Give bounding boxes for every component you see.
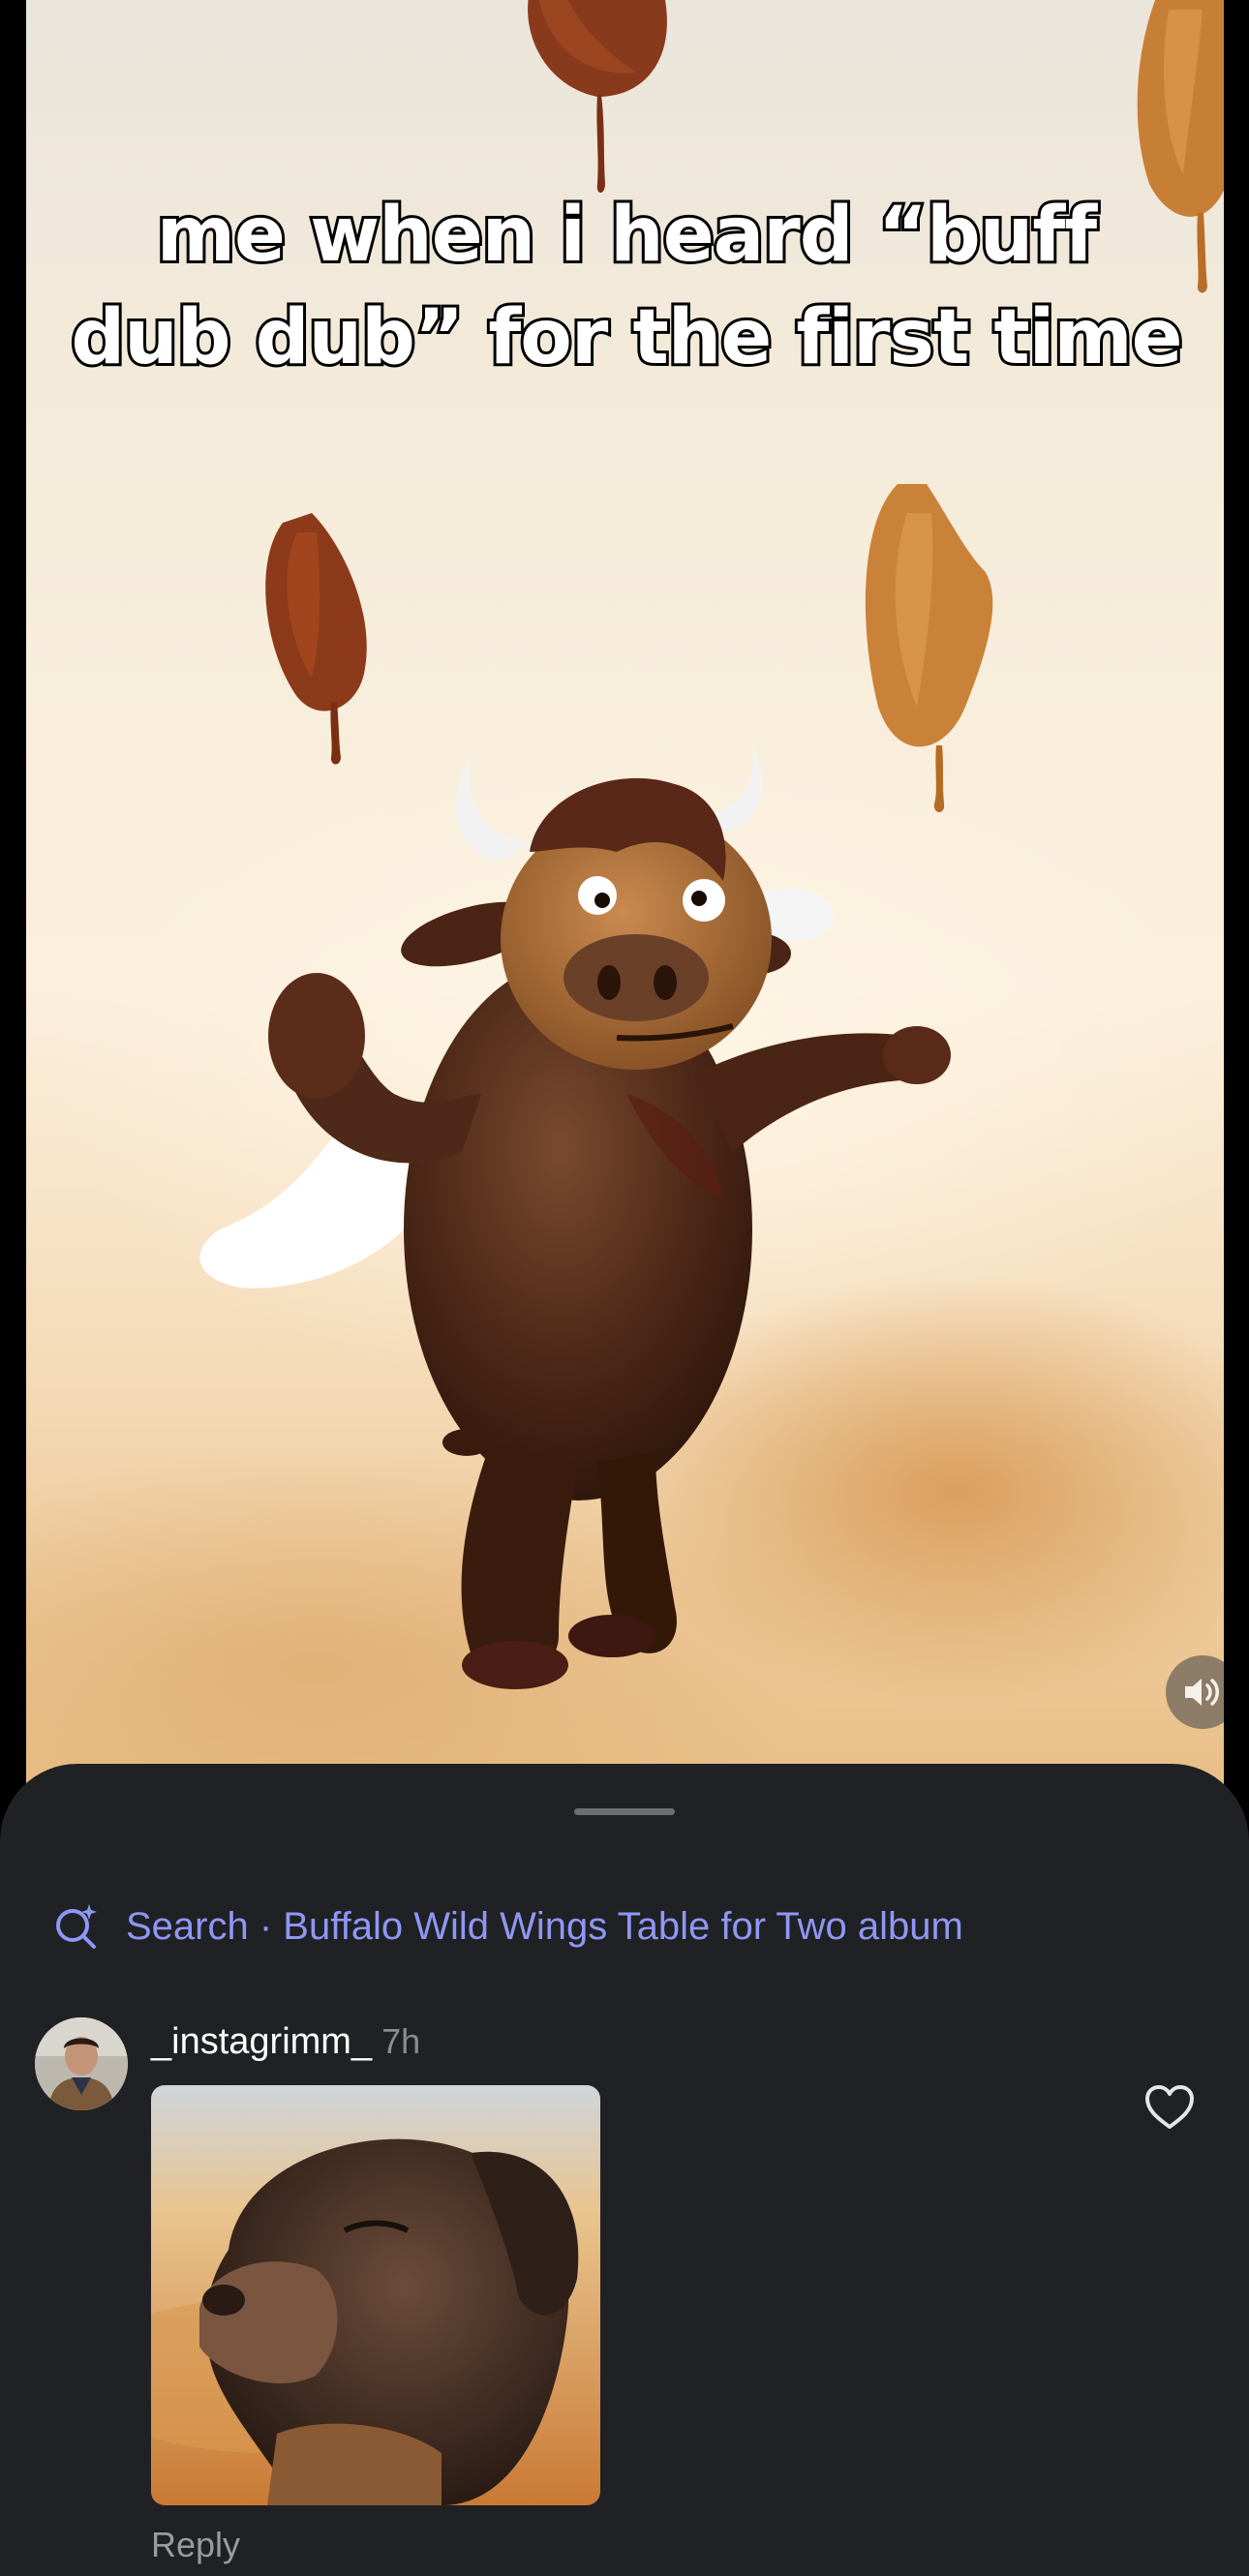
search-suggestion-label: Search · Buffalo Wild Wings Table for Tw… — [126, 1904, 963, 1948]
reel-video[interactable]: me when i heard “buff dub dub” for the f… — [26, 0, 1224, 1801]
video-caption: me when i heard “buff dub dub” for the f… — [68, 189, 1185, 384]
chicken-wing-left — [265, 513, 367, 765]
comment-header: _instagrimm_ 7h — [151, 2021, 420, 2068]
search-sparkle-icon — [52, 1902, 101, 1951]
bull-mascot — [199, 745, 951, 1689]
like-button[interactable] — [1142, 2081, 1197, 2132]
reply-button[interactable]: Reply — [151, 2525, 240, 2565]
avatar[interactable] — [35, 2017, 128, 2110]
search-suggestion[interactable]: Search · Buffalo Wild Wings Table for Tw… — [52, 1897, 963, 1955]
comment-gif-image[interactable] — [151, 2085, 600, 2505]
heart-icon — [1145, 2085, 1194, 2129]
comment-username[interactable]: _instagrimm_ — [151, 2021, 372, 2063]
sheet-grabber[interactable] — [574, 1808, 675, 1815]
comments-sheet: Search · Buffalo Wild Wings Table for Tw… — [0, 1764, 1249, 2576]
comment-timestamp: 7h — [381, 2021, 421, 2061]
chicken-wing-top — [528, 0, 667, 193]
speaker-icon — [1185, 1679, 1219, 1706]
sound-toggle-button[interactable] — [1166, 1655, 1224, 1729]
